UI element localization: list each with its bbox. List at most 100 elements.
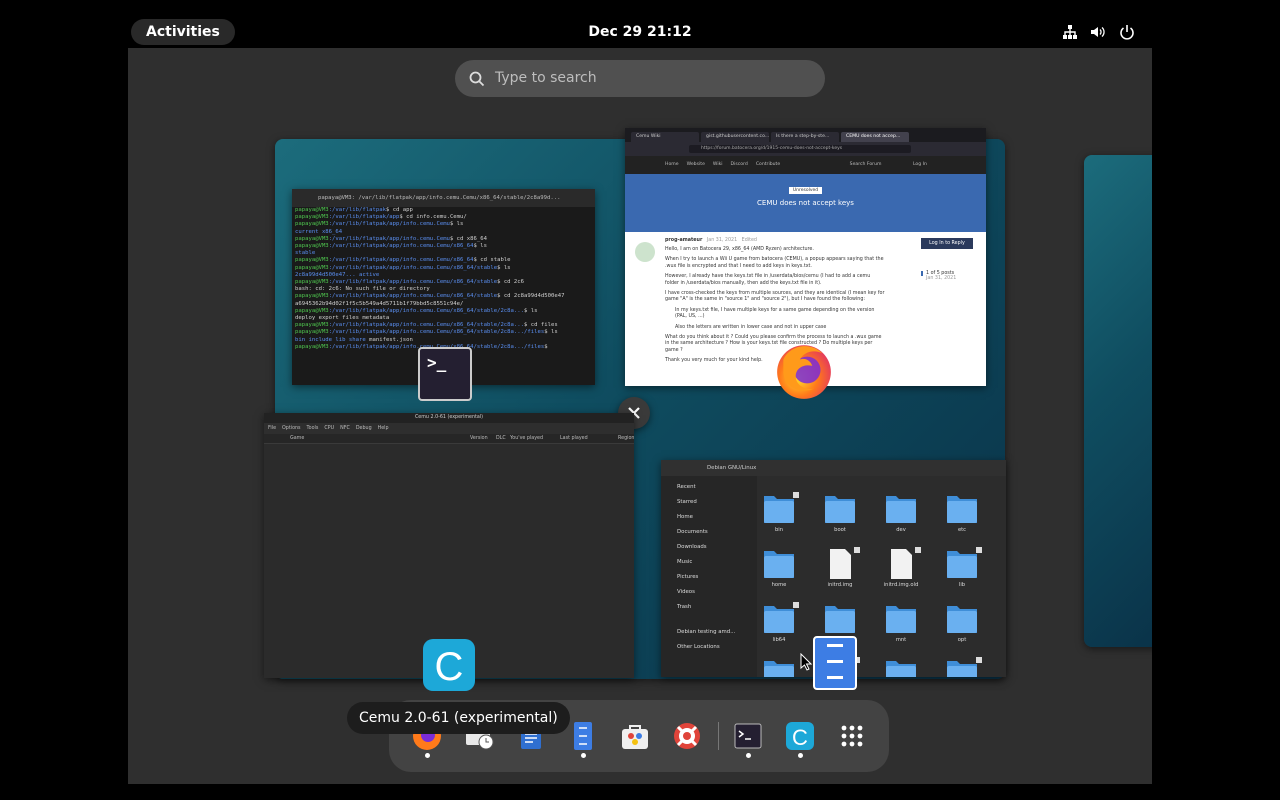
- post-paragraph: In my keys.txt file, I have multiple key…: [675, 307, 875, 320]
- file-item[interactable]: boot: [815, 492, 865, 542]
- clock[interactable]: Dec 29 21:12: [588, 24, 691, 40]
- browser-tab[interactable]: Cemu Wiki: [631, 132, 699, 142]
- cemu-titlebar[interactable]: Cemu 2.0-61 (experimental): [264, 413, 634, 423]
- file-item[interactable]: mnt: [876, 602, 926, 652]
- forum-search[interactable]: Search Forum: [850, 162, 882, 167]
- post-hero: Unresolved CEMU does not accept keys: [625, 174, 986, 232]
- terminal-command: $ ls: [473, 243, 487, 250]
- cemu-menu-item[interactable]: Debug: [356, 426, 372, 431]
- files-sidebar-item[interactable]: Documents: [669, 529, 708, 535]
- file-item[interactable]: initrd.img.old: [876, 547, 926, 597]
- files-sidebar-item[interactable]: Starred: [669, 499, 697, 505]
- terminal-titlebar[interactable]: papaya@VM3: /var/lib/flatpak/app/info.ce…: [292, 189, 595, 207]
- forum-nav-link[interactable]: Website: [687, 162, 705, 167]
- files-sidebar-item[interactable]: Videos: [669, 589, 695, 595]
- files-sidebar-item[interactable]: Other Locations: [669, 644, 720, 650]
- col-region[interactable]: Region: [618, 434, 634, 443]
- posts-date: Jan 31, 2021: [926, 276, 957, 281]
- post-author[interactable]: prog-amateur: [665, 238, 702, 243]
- terminal-user: papaya@VM3: [295, 257, 329, 264]
- terminal-path: 2c8a99d4d500e47... active: [295, 271, 380, 278]
- forum-nav-link[interactable]: Wiki: [713, 162, 723, 167]
- cemu-menu-item[interactable]: File: [268, 426, 276, 431]
- files-sidebar-item[interactable]: Home: [669, 514, 693, 520]
- app-tooltip: Cemu 2.0-61 (experimental): [347, 702, 570, 734]
- terminal-line: papaya@VM3:/var/lib/flatpak/app$ cd info…: [292, 214, 595, 221]
- reply-button[interactable]: Log In to Reply: [921, 238, 973, 249]
- terminal-line: bash: cd: 2c6: No such file or directory: [292, 286, 595, 293]
- folder-icon: [764, 551, 794, 578]
- cemu-menu-item[interactable]: NFC: [340, 426, 350, 431]
- terminal-command: $ ls: [449, 221, 464, 228]
- dock-software-icon[interactable]: [619, 720, 651, 752]
- browser-tab[interactable]: Is there a step-by-ste...: [771, 132, 839, 142]
- file-item[interactable]: dev: [876, 492, 926, 542]
- cemu-menu-item[interactable]: CPU: [324, 426, 334, 431]
- search-input[interactable]: Type to search: [455, 60, 825, 97]
- cemu-menu-item[interactable]: Tools: [307, 426, 319, 431]
- file-item[interactable]: etc: [937, 492, 987, 542]
- files-sidebar-item[interactable]: Music: [669, 559, 692, 565]
- power-icon[interactable]: [1119, 24, 1135, 40]
- network-wired-icon[interactable]: [1062, 24, 1078, 40]
- terminal-path: current x86_64: [295, 228, 343, 235]
- terminal-command: $ ls: [524, 307, 538, 314]
- forum-nav-link[interactable]: Home: [665, 162, 679, 167]
- terminal-line: deploy export files metadata: [292, 315, 595, 322]
- terminal-line: papaya@VM3:/var/lib/flatpak/app/info.cem…: [292, 279, 595, 286]
- next-workspace-preview[interactable]: [1084, 155, 1152, 647]
- file-item[interactable]: opt: [937, 602, 987, 652]
- col-last-played[interactable]: Last played: [560, 434, 588, 443]
- url-bar[interactable]: https://forum.batocera.org/d/1915-cemu-d…: [689, 145, 911, 153]
- symlink-badge-icon: [793, 602, 799, 608]
- file-item[interactable]: lib64: [754, 602, 804, 652]
- col-dlc[interactable]: DLC: [496, 434, 506, 443]
- col-version[interactable]: Version: [470, 434, 488, 443]
- file-item[interactable]: [876, 657, 926, 677]
- dock-help-icon[interactable]: [671, 720, 703, 752]
- file-item[interactable]: home: [754, 547, 804, 597]
- author-avatar: [635, 242, 655, 262]
- terminal-user: papaya@VM3: [295, 279, 329, 286]
- forum-nav-link[interactable]: Contribute: [756, 162, 780, 167]
- symlink-badge-icon: [854, 547, 860, 553]
- terminal-line: papaya@VM3:/var/lib/flatpak/app/info.cem…: [292, 329, 595, 336]
- files-sidebar-item[interactable]: Trash: [669, 604, 691, 610]
- files-sidebar-item[interactable]: Pictures: [669, 574, 698, 580]
- terminal-command: $ cd files: [524, 322, 558, 329]
- cemu-menu-item[interactable]: Help: [378, 426, 389, 431]
- dock-cemu-icon[interactable]: C: [784, 720, 816, 752]
- terminal-command: $ cd stable: [473, 257, 511, 264]
- files-sidebar-item[interactable]: Debian testing amd...: [669, 629, 735, 635]
- terminal-app-icon: >_: [418, 347, 472, 401]
- file-item[interactable]: [937, 657, 987, 677]
- terminal-command: manifest.json: [365, 336, 413, 343]
- terminal-path: :/var/lib/flatpak: [328, 207, 386, 213]
- browser-tab[interactable]: CEMU does not accep...: [841, 132, 909, 142]
- terminal-path: :/var/lib/flatpak/app/info.cemu.Cemu: [328, 235, 450, 242]
- file-item[interactable]: initrd.img: [815, 547, 865, 597]
- browser-tab[interactable]: gist.githubusercontent.co...: [701, 132, 769, 142]
- dock-terminal-icon[interactable]: [732, 720, 764, 752]
- login-link[interactable]: Log In: [913, 162, 927, 167]
- folder-icon: [764, 492, 799, 523]
- dock-files-icon[interactable]: [567, 720, 599, 752]
- volume-icon[interactable]: [1090, 24, 1106, 40]
- col-played[interactable]: You've played: [510, 434, 543, 443]
- files-headerbar[interactable]: Debian GNU/Linux: [661, 460, 1006, 476]
- terminal-line: 2c8a99d4d500e47... active: [292, 272, 595, 279]
- cemu-menu-item[interactable]: Options: [282, 426, 301, 431]
- forum-nav-link[interactable]: Discord: [731, 162, 748, 167]
- post-paragraph: Hello, I am on Batocera 29, x86_64 (AMD …: [665, 247, 814, 252]
- file-item[interactable]: [754, 657, 804, 677]
- col-game[interactable]: Game: [290, 434, 304, 443]
- file-item[interactable]: lib: [937, 547, 987, 597]
- firefox-app-icon: [777, 345, 831, 399]
- activities-button[interactable]: Activities: [131, 19, 235, 45]
- files-sidebar-item[interactable]: Recent: [669, 484, 696, 490]
- files-sidebar-item[interactable]: Downloads: [669, 544, 707, 550]
- dock-show-apps-icon[interactable]: [836, 720, 868, 752]
- file-item[interactable]: bin: [754, 492, 804, 542]
- terminal-line: papaya@VM3:/var/lib/flatpak/app/info.cem…: [292, 322, 595, 329]
- terminal-line: bin include lib share manifest.json: [292, 337, 595, 344]
